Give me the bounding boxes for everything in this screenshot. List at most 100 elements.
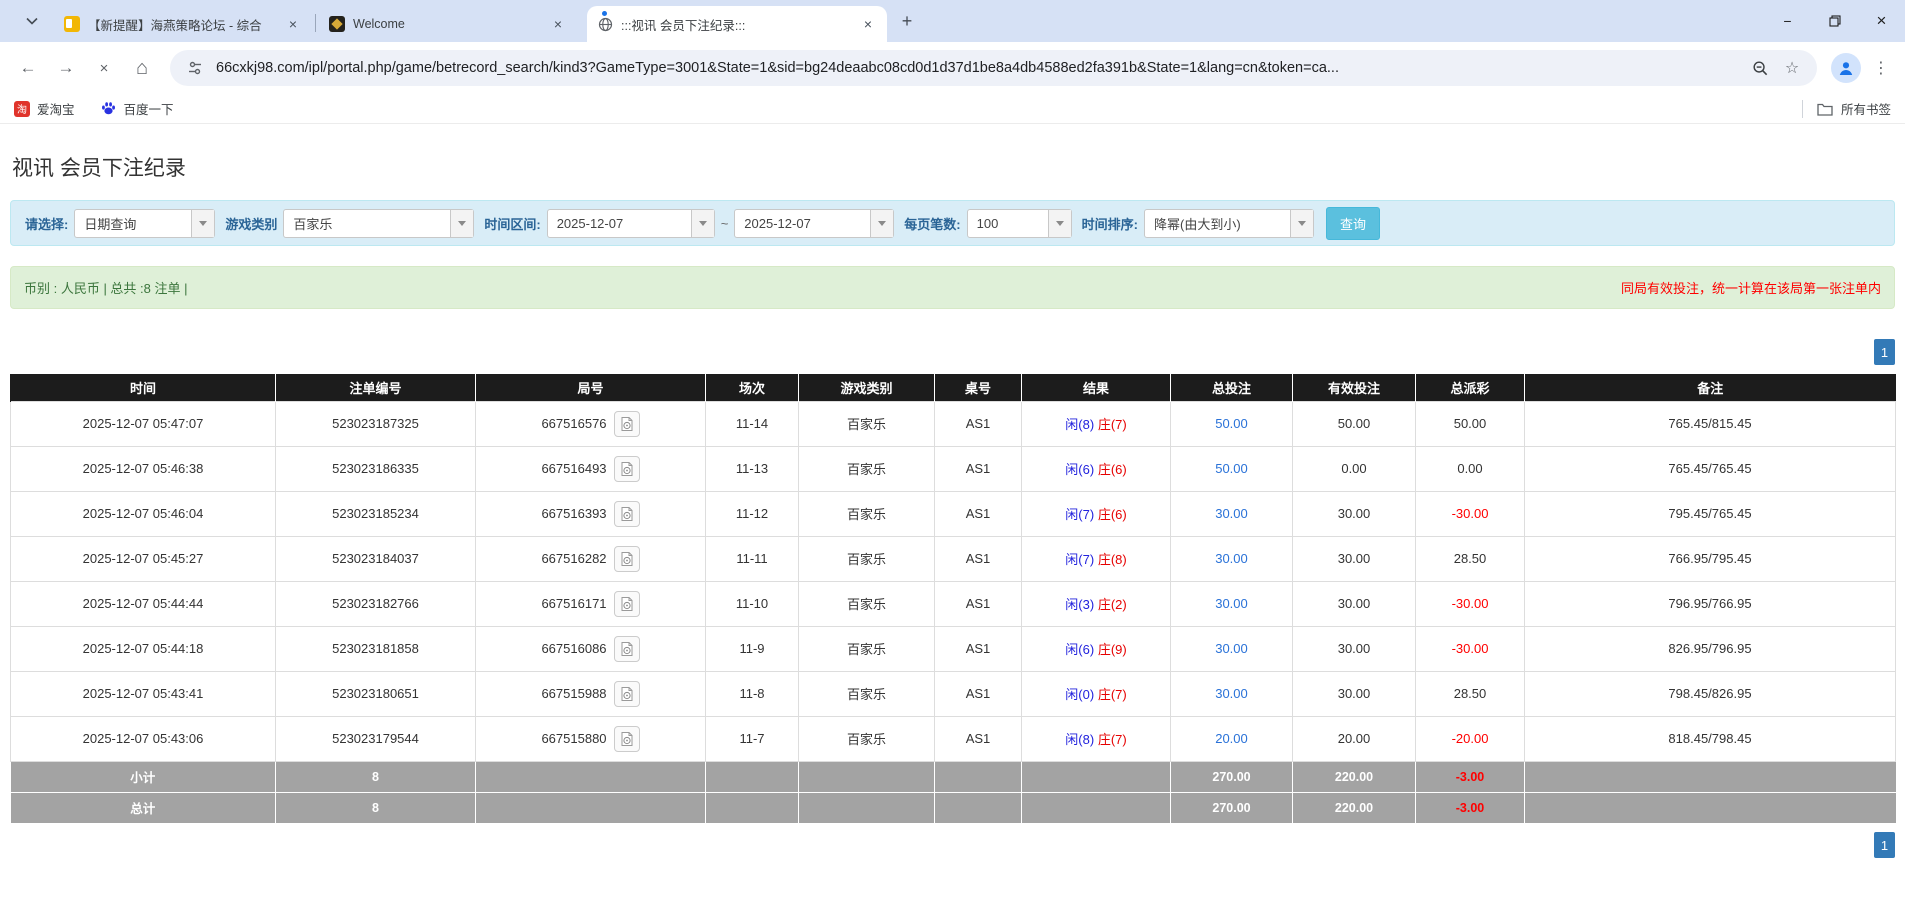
cell-session: 11-7 [706,716,799,761]
chevron-down-icon[interactable] [1290,210,1313,237]
cell-bet-no: 523023181858 [276,626,476,671]
total-bet-link[interactable]: 50.00 [1215,461,1248,476]
cell-payout: -20.00 [1416,716,1525,761]
video-replay-button[interactable] [614,591,640,617]
profile-avatar[interactable] [1831,53,1861,83]
url-text[interactable]: 66cxkj98.com/ipl/portal.php/game/betreco… [216,60,1739,76]
site-settings-icon[interactable] [184,57,206,79]
table-row: 2025-12-07 05:45:27523023184037667516282… [11,536,1896,581]
cell-round-no: 667515988 [476,671,706,716]
total-bet-link[interactable]: 30.00 [1215,641,1248,656]
chevron-down-icon[interactable] [870,210,893,237]
globe-icon [597,16,613,32]
window-minimize-button[interactable]: − [1764,0,1811,42]
cell-result: 闲(0) 庄(7) [1022,671,1171,716]
chevron-down-icon[interactable] [450,210,473,237]
round-number: 667515880 [541,731,606,746]
tab-title: Welcome [353,17,541,31]
home-icon[interactable]: ⌂ [124,50,160,86]
cell-result: 闲(3) 庄(2) [1022,581,1171,626]
total-bet-link[interactable]: 30.00 [1215,551,1248,566]
tab-close-icon[interactable]: × [549,15,567,33]
browser-toolbar: ← → × ⌂ 66cxkj98.com/ipl/portal.php/game… [0,42,1905,94]
window-close-button[interactable]: × [1858,0,1905,42]
total-bet-link[interactable]: 50.00 [1215,416,1248,431]
cell-note: 795.45/765.45 [1525,491,1896,536]
total-row-label: 总计 [11,792,276,823]
video-replay-button[interactable] [614,636,640,662]
search-button[interactable]: 查询 [1326,207,1380,240]
forward-icon[interactable]: → [48,50,84,86]
tab-search-chevron-icon[interactable] [18,7,46,35]
cell-valid-bet: 50.00 [1293,401,1416,446]
subtotal-row-empty [935,761,1022,792]
cell-round-no: 667516086 [476,626,706,671]
pagination-page-1-bottom[interactable]: 1 [1874,832,1895,858]
summary-bar: 币别 : 人民币 | 总共 :8 注单 | 同局有效投注，统一计算在该局第一张注… [10,266,1895,309]
cell-bet-no: 523023186335 [276,446,476,491]
date-from-dropdown[interactable]: 2025-12-07 [547,209,715,238]
bookmark-baidu[interactable]: 百度一下 [101,99,174,118]
cell-payout: -30.00 [1416,581,1525,626]
browser-menu-icon[interactable]: ⋮ [1867,52,1895,84]
settlement-note-text: 同局有效投注，统一计算在该局第一张注单内 [1621,278,1881,297]
video-replay-button[interactable] [614,411,640,437]
cell-time: 2025-12-07 05:46:04 [11,491,276,536]
cell-note: 765.45/765.45 [1525,446,1896,491]
payout-value: -3.00 [1456,770,1485,784]
column-header-result: 结果 [1022,374,1171,401]
cell-payout: 28.50 [1416,536,1525,581]
total-bet-link[interactable]: 30.00 [1215,596,1248,611]
cell-bet-no: 523023187325 [276,401,476,446]
cell-note: 766.95/795.45 [1525,536,1896,581]
table-row: 2025-12-07 05:46:38523023186335667516493… [11,446,1896,491]
tab-close-icon[interactable]: × [859,15,877,33]
round-number: 667516282 [541,551,606,566]
tab-forum[interactable]: 【新提醒】海燕策略论坛 - 综合 × [54,6,312,42]
tab-close-icon[interactable]: × [284,15,302,33]
column-header-bet_no: 注单编号 [276,374,476,401]
cell-session: 11-14 [706,401,799,446]
back-icon[interactable]: ← [10,50,46,86]
cell-game-type: 百家乐 [799,671,935,716]
per-page-dropdown[interactable]: 100 [967,209,1072,238]
cell-round-no: 667516393 [476,491,706,536]
game-type-dropdown[interactable]: 百家乐 [283,209,474,238]
video-replay-button[interactable] [614,681,640,707]
query-type-dropdown[interactable]: 日期查询 [74,209,215,238]
sort-dropdown[interactable]: 降幂(由大到小) [1144,209,1314,238]
tab-welcome[interactable]: Welcome × [319,6,577,42]
new-tab-button[interactable]: + [893,7,921,35]
cell-table-no: AS1 [935,626,1022,671]
video-replay-button[interactable] [614,546,640,572]
date-to-dropdown[interactable]: 2025-12-07 [734,209,894,238]
total-bet-link[interactable]: 20.00 [1215,731,1248,746]
tab-bet-records-active[interactable]: :::视讯 会员下注纪录::: × [587,6,887,42]
bookmark-star-icon[interactable]: ☆ [1781,57,1803,79]
window-restore-button[interactable] [1811,0,1858,42]
all-bookmarks-label[interactable]: 所有书签 [1841,99,1891,118]
video-replay-button[interactable] [614,726,640,752]
chevron-down-icon[interactable] [691,210,714,237]
cell-bet-no: 523023185234 [276,491,476,536]
cell-time: 2025-12-07 05:46:38 [11,446,276,491]
stop-loading-icon[interactable]: × [86,50,122,86]
chevron-down-icon[interactable] [1048,210,1071,237]
chevron-down-icon[interactable] [191,210,214,237]
cell-table-no: AS1 [935,446,1022,491]
column-header-valid_bet: 有效投注 [1293,374,1416,401]
cell-round-no: 667516171 [476,581,706,626]
address-bar[interactable]: 66cxkj98.com/ipl/portal.php/game/betreco… [170,50,1817,86]
video-replay-button[interactable] [614,456,640,482]
table-row: 2025-12-07 05:44:44523023182766667516171… [11,581,1896,626]
zoom-out-icon[interactable] [1749,57,1771,79]
cell-session: 11-12 [706,491,799,536]
total-bet-link[interactable]: 30.00 [1215,506,1248,521]
cell-total-bet: 30.00 [1171,536,1293,581]
game-type-label: 游戏类别 [225,214,277,233]
bookmark-taobao[interactable]: 淘 爱淘宝 [14,99,75,118]
pagination-page-1-top[interactable]: 1 [1874,339,1895,365]
video-replay-button[interactable] [614,501,640,527]
table-row: 2025-12-07 05:44:18523023181858667516086… [11,626,1896,671]
total-bet-link[interactable]: 30.00 [1215,686,1248,701]
